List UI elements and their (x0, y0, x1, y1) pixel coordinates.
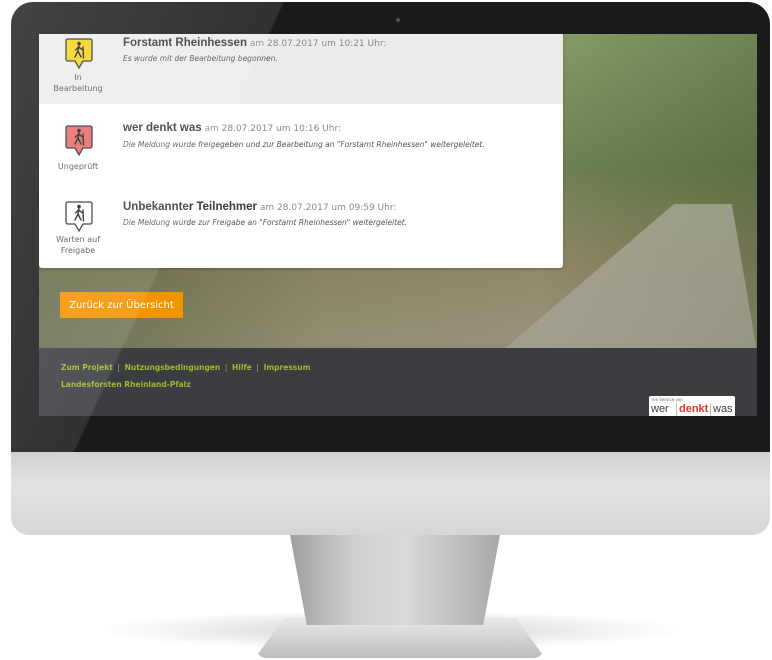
status-label-line: Ungeprüft (57, 162, 99, 171)
status-history-card: In Bearbeitung Forstamt Rheinhessen am 2… (39, 34, 563, 268)
footer-org-link[interactable]: Landesforsten Rheinland-Pfalz (61, 380, 191, 389)
back-to-overview-button[interactable]: Zurück zur Übersicht (60, 292, 183, 318)
entry-timestamp: am 28.07.2017 um 09:59 Uhr: (259, 203, 397, 213)
footer-separator: | (256, 363, 259, 372)
screen: In Bearbeitung Forstamt Rheinhessen am 2… (39, 34, 757, 416)
entry-message: Die Meldung wurde freigegeben und zur Be… (123, 140, 485, 149)
logo-word: was (713, 403, 733, 415)
monitor-chin (11, 450, 770, 535)
logo-word: wer (651, 403, 669, 415)
footer-link-terms[interactable]: Nutzungsbedingungen (125, 363, 221, 372)
footer-link-project[interactable]: Zum Projekt (61, 363, 113, 372)
camera-icon (396, 18, 400, 22)
history-entry: Ungeprüft wer denkt was am 28.07.2017 um… (39, 104, 563, 184)
hiker-icon (65, 125, 93, 157)
entry-header: wer denkt was am 28.07.2017 um 10:16 Uhr… (123, 122, 341, 134)
footer-nav: Zum Projekt | Nutzungsbedingungen | Hilf… (61, 363, 310, 372)
status-label-line: Freigabe (60, 246, 96, 255)
status-label-line: In (74, 73, 82, 82)
status-label: Ungeprüft (39, 161, 117, 172)
entry-author: Forstamt Rheinhessen (123, 37, 247, 49)
history-entry: Warten auf Freigabe Unbekannter Teilnehm… (39, 184, 563, 268)
footer-link-help[interactable]: Hilfe (232, 363, 252, 372)
monitor-stand-neck (290, 535, 500, 625)
footer: Zum Projekt | Nutzungsbedingungen | Hilf… (39, 348, 757, 416)
entry-header: Forstamt Rheinhessen am 28.07.2017 um 10… (123, 37, 386, 49)
wer-denkt-was-logo[interactable]: ein Service von wer denkt was (649, 396, 735, 416)
footer-separator: | (117, 363, 120, 372)
logo-tagline: ein Service von (652, 397, 683, 402)
status-label: In Bearbeitung (39, 72, 117, 94)
hiker-icon (65, 38, 93, 70)
logo-word: denkt (676, 403, 712, 416)
footer-separator: | (224, 363, 228, 372)
history-entry: In Bearbeitung Forstamt Rheinhessen am 2… (39, 34, 563, 104)
entry-timestamp: am 28.07.2017 um 10:16 Uhr: (204, 124, 342, 134)
entry-author: Unbekannter Teilnehmer (123, 201, 257, 213)
status-label-line: Bearbeitung (53, 84, 103, 93)
entry-timestamp: am 28.07.2017 um 10:21 Uhr: (249, 39, 387, 49)
status-label: Warten auf Freigabe (39, 234, 117, 256)
hiker-icon (65, 201, 93, 233)
entry-author: wer denkt was (123, 122, 202, 134)
entry-message: Die Meldung wurde zur Freigabe an "Forst… (123, 218, 408, 227)
status-label-line: Warten auf (55, 235, 101, 244)
entry-message: Es wurde mit der Bearbeitung begonnen. (123, 54, 278, 63)
footer-link-imprint[interactable]: Impressum (264, 363, 311, 372)
entry-header: Unbekannter Teilnehmer am 28.07.2017 um … (123, 201, 396, 213)
